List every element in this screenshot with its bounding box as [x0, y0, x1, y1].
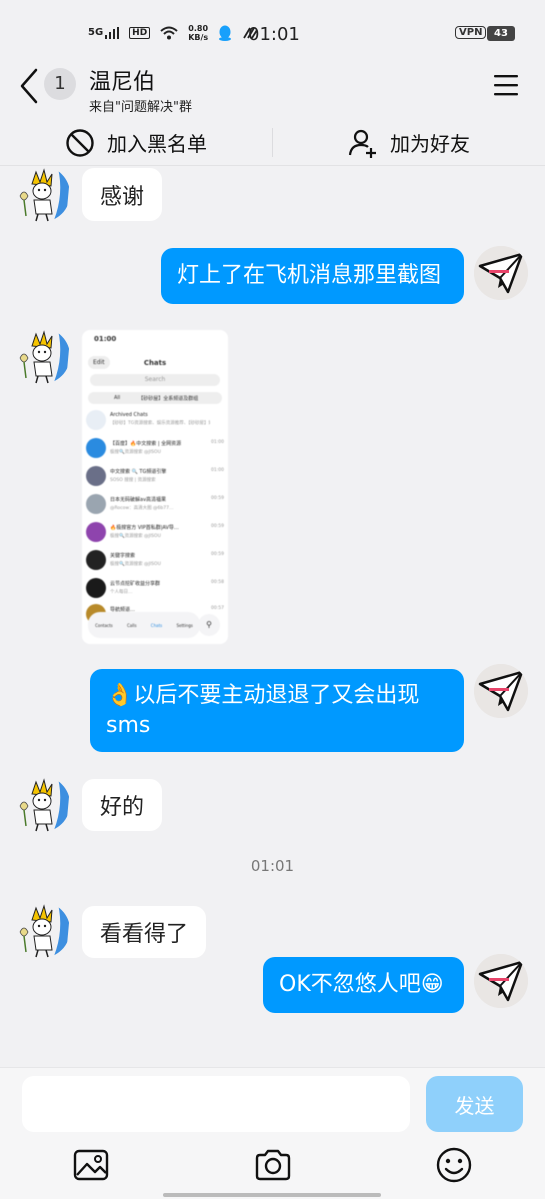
shot-avatar [86, 466, 106, 486]
shot-row-time: 00:59 [211, 496, 224, 501]
shot-avatar [86, 438, 106, 458]
shot-row-preview: SOSO 搜搜 | 资源搜索 [110, 478, 156, 483]
network-type: 5G [88, 27, 104, 38]
shot-row-title: 【百度】🔥中文搜索 | 全网资源 [110, 441, 182, 447]
message-bubble-incoming[interactable]: 好的 [82, 779, 163, 831]
contact-avatar[interactable] [14, 776, 70, 832]
shot-row-title: 云节点挖矿收益分享群 [110, 581, 161, 587]
image-message[interactable]: 01:00 Edit Chats Search All 【砂砂屋】全系频道及群组… [82, 330, 228, 644]
shot-avatar [86, 410, 106, 430]
shot-row-time: 01:00 [211, 468, 224, 473]
status-icons: 5G HD 0.80 KB/s [88, 24, 258, 42]
shot-status-time: 01:00 [94, 335, 117, 343]
add-friend-label: 加为好友 [390, 132, 470, 156]
shot-chat-row: 关键字搜索极搜🔍资源搜索 @JISOU 00:59 [86, 548, 226, 574]
message-bubble-outgoing[interactable]: 灯上了在飞机消息那里截图 [161, 248, 464, 304]
block-icon [66, 128, 94, 157]
shot-avatar [86, 550, 106, 570]
contact-avatar[interactable] [14, 328, 70, 384]
input-toolbar [0, 1137, 545, 1199]
shot-search: Search [90, 374, 220, 386]
shot-nav-contacts: Contacts [95, 622, 113, 628]
my-avatar[interactable] [474, 954, 528, 1008]
emoji-icon[interactable] [434, 1145, 474, 1185]
shot-row-time: 01:00 [211, 440, 224, 445]
input-bar: 发送 [0, 1067, 545, 1137]
image-icon[interactable] [71, 1145, 111, 1185]
shot-row-time: 00:59 [211, 552, 224, 557]
shot-chat-row: 日本无码破解av高清福果 @Rocow：高清大图 @6b77… 00:59 [86, 492, 226, 518]
shot-row-preview: @Rocow：高清大图 @6b77… [110, 506, 174, 511]
message-bubble-outgoing[interactable]: 👌以后不要主动退退了又会出现 sms [90, 669, 464, 752]
shot-chat-row: 中文搜索 🔍 TG頻道引擎 SOSO 搜搜 | 资源搜索 01:00 [86, 464, 226, 490]
qq-icon [219, 25, 232, 41]
hamburger-menu-icon[interactable] [492, 72, 520, 98]
shot-tab-all: All [114, 395, 121, 401]
signal-icon [105, 27, 120, 39]
hd-badge: HD [129, 27, 151, 39]
unread-count-badge[interactable]: 1 [44, 68, 76, 100]
shot-row-preview: 极搜🔍资源搜索 @JISOU [110, 562, 161, 567]
chat-title: 温尼伯 [89, 70, 156, 95]
shot-nav-settings: Settings [176, 622, 193, 628]
send-button[interactable]: 发送 [426, 1076, 523, 1132]
shot-row-time: 00:57 [211, 606, 224, 611]
contact-avatar[interactable] [14, 902, 70, 958]
shot-row-title: 🔥极搜官方 VIP首私群|AV导… [110, 525, 179, 531]
shot-row-title: Archived Chats [110, 412, 148, 418]
shot-row-preview: 极搜🔍资源搜索 @JISOU [110, 534, 161, 539]
shot-row-title: 中文搜索 🔍 TG頻道引擎 [110, 469, 167, 475]
shot-chat-row: 云节点挖矿收益分享群 个人每日… 00:58 [86, 576, 226, 602]
message-line: 👌以后不要主动退退了又会出现 [106, 682, 420, 708]
message-line: sms [106, 712, 151, 738]
add-friend-button[interactable]: 加为好友 [273, 120, 545, 165]
shot-avatar [86, 522, 106, 542]
message-input[interactable] [22, 1076, 410, 1132]
status-bar: 5G HD 0.80 KB/s 01:01 VPN 43 [0, 0, 545, 64]
network-speed: 0.80 KB/s [188, 24, 208, 42]
shot-row-preview: 个人每日… [110, 590, 133, 595]
speed-value: 0.80 [188, 24, 209, 33]
shot-tabbar: Contacts Calls Chats Settings [88, 612, 200, 638]
shot-chat-row: Archived Chats 【砂砂】TG资源搜索、娱乐资源推荐、【砂砂屋】娱乐看… [86, 408, 226, 434]
my-avatar[interactable] [474, 664, 528, 718]
shot-title: Chats [143, 359, 167, 367]
shot-row-time: 00:59 [211, 524, 224, 529]
status-time: 01:01 [248, 24, 300, 45]
shot-chat-row: 🔥极搜官方 VIP首私群|AV导… 极搜🔍资源搜索 @JISOU 00:59 [86, 520, 226, 546]
battery-indicator: 43 [487, 26, 515, 41]
time-separator: 01:01 [250, 857, 295, 875]
chat-subtitle: 来自"问题解决"群 [89, 100, 192, 115]
shot-nav-chats: Chats [150, 622, 163, 628]
message-bubble-outgoing[interactable]: OK不忽悠人吧😁 [263, 957, 464, 1013]
camera-icon[interactable] [253, 1145, 293, 1185]
my-avatar[interactable] [474, 246, 528, 300]
home-indicator[interactable] [163, 1193, 381, 1197]
message-bubble-incoming[interactable]: 感谢 [82, 168, 163, 221]
contact-avatar[interactable] [14, 166, 70, 222]
add-to-blacklist-button[interactable]: 加入黑名单 [0, 120, 272, 165]
vpn-badge: VPN [455, 26, 487, 39]
speed-unit: KB/s [188, 33, 209, 42]
shot-row-title: 日本无码破解av高清福果 [110, 497, 167, 503]
stranger-action-bar: 加入黑名单 加为好友 [0, 120, 545, 166]
shot-header: Edit Chats [82, 354, 228, 372]
shot-nav-calls: Calls [127, 622, 137, 628]
shot-tabs: All 【砂砂屋】全系频道及群组 [88, 392, 222, 404]
shot-avatar [86, 494, 106, 514]
shot-row-title: 关键字搜索 [110, 553, 136, 559]
blacklist-label: 加入黑名单 [107, 132, 207, 156]
wifi-icon [160, 26, 178, 40]
add-person-icon [348, 129, 376, 158]
shot-row-time: 00:58 [211, 580, 224, 585]
shot-tab-other: 【砂砂屋】全系频道及群组 [138, 395, 199, 402]
shot-row-preview: 【砂砂】TG资源搜索、娱乐资源推荐、【砂砂屋】娱乐看片-砂砂资源搜索群、砂砂看片 [110, 421, 210, 426]
shot-avatar [86, 578, 106, 598]
shot-chat-row: 【百度】🔥中文搜索 | 全网资源 极搜🔍资源搜索 @JISOU 01:00 [86, 436, 226, 462]
back-icon[interactable] [14, 66, 44, 106]
shot-row-preview: 极搜🔍资源搜索 @JISOU [110, 450, 161, 455]
shot-search-icon: ⚲ [198, 614, 220, 636]
message-bubble-incoming[interactable]: 看看得了 [82, 906, 207, 958]
